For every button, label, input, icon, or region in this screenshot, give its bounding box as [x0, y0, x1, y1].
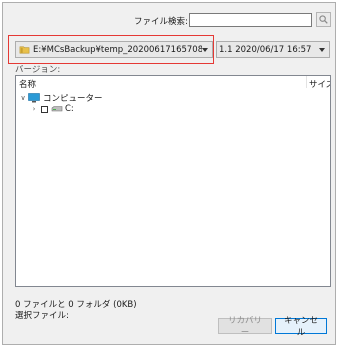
- computer-icon: [28, 93, 40, 103]
- tree-item-label: C:: [65, 104, 74, 114]
- restore-button[interactable]: リカバリー: [218, 316, 272, 338]
- tree-item-label: コンピューター: [43, 94, 103, 104]
- backup-path-value: E:¥MCsBackup¥temp_20200617165708: [33, 44, 202, 55]
- chevron-down-icon: [202, 47, 208, 52]
- folder-icon: [19, 46, 30, 54]
- search-button[interactable]: [316, 12, 331, 27]
- chevron-down-icon: [319, 47, 325, 52]
- file-list[interactable]: 名称 サイズ ∨ コンピューター › C:: [15, 75, 331, 287]
- selected-files-label: 選択ファイル:: [15, 311, 69, 321]
- search-input[interactable]: [189, 13, 312, 27]
- column-header-name[interactable]: 名称: [19, 78, 36, 90]
- search-icon: [319, 15, 328, 24]
- column-divider[interactable]: [306, 76, 307, 88]
- search-label: ファイル検索:: [134, 17, 188, 27]
- backup-path-select[interactable]: E:¥MCsBackup¥temp_20200617165708: [15, 41, 213, 58]
- version-select[interactable]: 1.1 2020/06/17 16:57: [216, 41, 330, 58]
- chevron-right-icon[interactable]: ›: [30, 105, 38, 113]
- drive-icon: [51, 105, 63, 111]
- tree-item-computer[interactable]: ∨ コンピューター: [19, 92, 103, 104]
- cancel-button[interactable]: キャンセル: [275, 316, 327, 338]
- column-header-size[interactable]: サイズ: [309, 78, 330, 90]
- tree-item-drive-c[interactable]: › C:: [30, 104, 74, 114]
- version-label: バージョン:: [15, 65, 61, 75]
- file-restore-dialog: ファイル検索: E:¥MCsBackup¥temp_20200617165708…: [2, 2, 336, 345]
- chevron-down-icon[interactable]: ∨: [19, 94, 27, 102]
- drive-c-checkbox[interactable]: [41, 105, 48, 113]
- version-value: 1.1 2020/06/17 16:57: [219, 44, 312, 55]
